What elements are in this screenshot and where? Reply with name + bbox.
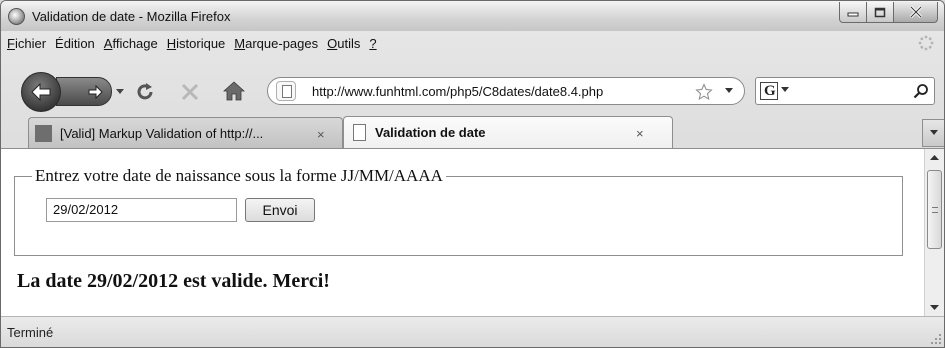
arrow-left-icon bbox=[31, 83, 51, 101]
tab-list-button[interactable] bbox=[922, 119, 944, 147]
browser-window: Validation de date - Mozilla Firefox Fic… bbox=[0, 0, 945, 348]
tab-close-icon[interactable]: × bbox=[636, 126, 644, 141]
page-content: Entrez votre date de naissance sous la f… bbox=[1, 148, 944, 317]
scroll-up-icon[interactable] bbox=[930, 155, 939, 161]
vertical-scrollbar[interactable] bbox=[924, 149, 944, 317]
minimize-icon bbox=[847, 12, 859, 17]
search-engine-dropdown-icon[interactable] bbox=[781, 87, 789, 93]
url-text[interactable]: http://www.funhtml.com/php5/C8dates/date… bbox=[312, 84, 603, 99]
site-favicon-icon bbox=[35, 125, 52, 142]
stop-icon[interactable] bbox=[181, 83, 199, 101]
home-icon[interactable] bbox=[223, 81, 245, 101]
resize-grip-icon[interactable] bbox=[930, 333, 942, 345]
menu-label: arque-pages bbox=[245, 35, 319, 51]
search-engine-icon[interactable]: G bbox=[760, 82, 778, 100]
fieldset-legend: Entrez votre date de naissance sous la f… bbox=[32, 166, 446, 186]
search-engine-letter: G bbox=[764, 83, 776, 99]
menu-accel: F bbox=[7, 35, 15, 51]
window-controls bbox=[839, 2, 938, 24]
tab-title: [Valid] Markup Validation of http://... bbox=[60, 126, 264, 141]
menu-label: utils bbox=[337, 35, 361, 51]
menu-bar: Fichier Édition Affichage Historique Mar… bbox=[1, 32, 944, 54]
menu-accel: H bbox=[166, 35, 177, 51]
tab-title: Validation de date bbox=[375, 125, 486, 140]
url-dropdown-icon[interactable] bbox=[725, 88, 733, 94]
menu-accel: ? bbox=[369, 35, 377, 51]
menu-accel: M bbox=[234, 35, 246, 51]
scroll-down-icon[interactable] bbox=[930, 305, 939, 311]
menu-accel: O bbox=[327, 35, 338, 51]
history-dropdown-icon[interactable] bbox=[114, 85, 126, 97]
scrollbar-thumb[interactable] bbox=[927, 170, 942, 249]
navigation-toolbar: http://www.funhtml.com/php5/C8dates/date… bbox=[1, 55, 944, 113]
maximize-icon bbox=[874, 7, 886, 17]
close-icon bbox=[909, 6, 922, 18]
tab-validation-date[interactable]: Validation de date × bbox=[343, 116, 673, 148]
status-bar: Terminé bbox=[1, 316, 944, 347]
forward-button[interactable] bbox=[56, 77, 112, 106]
title-bar: Validation de date - Mozilla Firefox bbox=[1, 1, 944, 31]
result-message: La date 29/02/2012 est valide. Merci! bbox=[17, 270, 330, 292]
menu-aide[interactable]: ? bbox=[369, 36, 376, 51]
menu-affichage[interactable]: Affichage bbox=[104, 36, 158, 51]
reload-icon[interactable] bbox=[135, 82, 155, 102]
throbber-icon bbox=[918, 35, 934, 51]
menu-historique[interactable]: Historique bbox=[167, 36, 226, 51]
menu-marque-pages[interactable]: Marque-pages bbox=[234, 36, 318, 51]
menu-label: istorique bbox=[176, 35, 226, 51]
submit-button[interactable]: Envoi bbox=[245, 198, 315, 222]
menu-edition[interactable]: Édition bbox=[55, 36, 95, 51]
url-bar[interactable]: http://www.funhtml.com/php5/C8dates/date… bbox=[267, 77, 745, 105]
menu-label: Édition bbox=[55, 35, 95, 51]
arrow-right-icon bbox=[88, 84, 103, 99]
menu-outils[interactable]: Outils bbox=[327, 36, 360, 51]
date-input[interactable]: 29/02/2012 bbox=[46, 198, 237, 222]
tab-close-icon[interactable]: × bbox=[317, 127, 325, 142]
window-title: Validation de date - Mozilla Firefox bbox=[32, 9, 231, 24]
page-icon[interactable] bbox=[276, 81, 296, 101]
page-favicon-icon bbox=[353, 124, 366, 141]
tab-markup-validation[interactable]: [Valid] Markup Validation of http://... … bbox=[28, 117, 343, 148]
menu-label: ichier bbox=[14, 35, 47, 51]
menu-fichier[interactable]: Fichier bbox=[7, 36, 46, 51]
tab-bar: [Valid] Markup Validation of http://... … bbox=[1, 114, 944, 148]
firefox-icon bbox=[8, 8, 25, 25]
menu-label: ffichage bbox=[112, 35, 158, 51]
search-icon[interactable] bbox=[913, 83, 929, 99]
back-button[interactable] bbox=[21, 72, 61, 112]
status-text: Terminé bbox=[7, 325, 54, 340]
chevron-down-icon bbox=[929, 130, 938, 135]
close-window-button[interactable] bbox=[894, 2, 938, 23]
maximize-button[interactable] bbox=[867, 2, 894, 23]
minimize-button[interactable] bbox=[839, 2, 867, 23]
bookmark-star-icon[interactable] bbox=[695, 83, 713, 101]
search-bar[interactable]: G bbox=[755, 77, 935, 105]
